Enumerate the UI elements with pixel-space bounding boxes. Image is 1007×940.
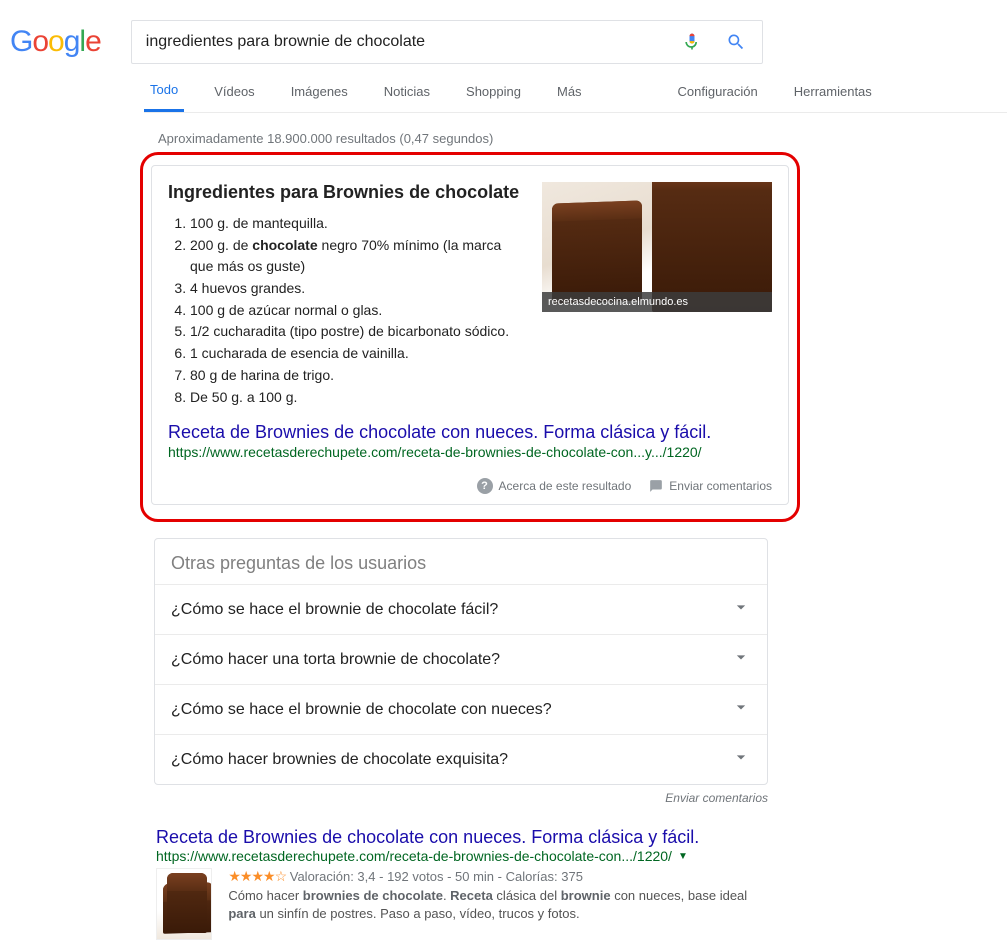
featured-list: 100 g. de mantequilla.200 g. de chocolat… <box>190 213 526 408</box>
google-logo[interactable]: Google <box>10 25 101 59</box>
snippet-text: un sinfín de postres. Paso a paso, vídeo… <box>256 906 580 921</box>
tab-noticias[interactable]: Noticias <box>378 84 436 111</box>
chevron-down-icon <box>731 597 751 622</box>
send-feedback-button[interactable]: Enviar comentarios <box>649 479 772 493</box>
chevron-down-icon <box>731 697 751 722</box>
search-box[interactable] <box>131 20 763 64</box>
recipe-calories: Calorías: 375 <box>506 869 583 884</box>
featured-image-source: recetasdecocina.elmundo.es <box>542 292 772 312</box>
search-icon[interactable] <box>724 30 748 54</box>
search-input[interactable] <box>146 33 660 51</box>
featured-url[interactable]: https://www.recetasderechupete.com/recet… <box>168 444 772 460</box>
tab-mas[interactable]: Más <box>551 84 588 111</box>
people-also-ask: Otras preguntas de los usuarios ¿Cómo se… <box>154 538 768 785</box>
paa-question: ¿Cómo se hace el brownie de chocolate co… <box>171 701 552 719</box>
result-title-link[interactable]: Receta de Brownies de chocolate con nuec… <box>156 827 699 847</box>
result-snippet: Cómo hacer brownies de chocolate. Receta… <box>228 887 768 923</box>
bold-term: chocolate <box>252 237 317 253</box>
tab-herramientas[interactable]: Herramientas <box>788 84 878 111</box>
paa-title: Otras preguntas de los usuarios <box>155 539 767 584</box>
result-stats: Aproximadamente 18.900.000 resultados (0… <box>158 131 1007 146</box>
bold-term: Receta <box>450 888 493 903</box>
paa-question: ¿Cómo hacer una torta brownie de chocola… <box>171 651 500 669</box>
snippet-text: clásica del <box>493 888 561 903</box>
send-feedback-label: Enviar comentarios <box>669 479 772 493</box>
featured-list-item: De 50 g. a 100 g. <box>190 387 526 409</box>
featured-list-item: 100 g de azúcar normal o glas. <box>190 300 526 322</box>
rating-votes: 192 votos <box>387 869 443 884</box>
search-result: Receta de Brownies de chocolate con nuec… <box>156 827 768 940</box>
paa-question: ¿Cómo hacer brownies de chocolate exquis… <box>171 751 508 769</box>
tab-shopping[interactable]: Shopping <box>460 84 527 111</box>
paa-item[interactable]: ¿Cómo hacer brownies de chocolate exquis… <box>155 734 767 784</box>
recipe-time: 50 min <box>455 869 494 884</box>
rating-stars-icon: ★★★★☆ <box>228 868 286 884</box>
about-result-label: Acerca de este resultado <box>499 479 632 493</box>
bold-term: brownies de chocolate <box>303 888 443 903</box>
paa-item[interactable]: ¿Cómo hacer una torta brownie de chocola… <box>155 634 767 684</box>
featured-link[interactable]: Receta de Brownies de chocolate con nuec… <box>168 422 772 443</box>
bold-term: brownie <box>561 888 611 903</box>
featured-list-item: 100 g. de mantequilla. <box>190 213 526 235</box>
snippet-text: con nueces, base ideal <box>611 888 748 903</box>
chevron-down-icon <box>731 647 751 672</box>
mic-icon[interactable] <box>680 30 704 54</box>
featured-list-item: 4 huevos grandes. <box>190 278 526 300</box>
featured-image[interactable]: recetasdecocina.elmundo.es <box>542 182 772 408</box>
snippet-text: . <box>443 888 450 903</box>
url-dropdown-icon[interactable]: ▼ <box>678 851 688 862</box>
tab-todo[interactable]: Todo <box>144 82 184 112</box>
result-url[interactable]: https://www.recetasderechupete.com/recet… <box>156 848 672 864</box>
paa-item[interactable]: ¿Cómo se hace el brownie de chocolate co… <box>155 684 767 734</box>
featured-list-item: 1 cucharada de esencia de vainilla. <box>190 343 526 365</box>
chevron-down-icon <box>731 747 751 772</box>
featured-list-item: 1/2 cucharadita (tipo postre) de bicarbo… <box>190 321 526 343</box>
paa-item[interactable]: ¿Cómo se hace el brownie de chocolate fá… <box>155 584 767 634</box>
snippet-text: Cómo hacer <box>228 888 302 903</box>
result-thumbnail[interactable] <box>156 868 212 940</box>
tabs-bar: Todo Vídeos Imágenes Noticias Shopping M… <box>144 82 1007 113</box>
featured-snippet-highlight: Ingredientes para Brownies de chocolate … <box>140 152 800 522</box>
paa-send-feedback[interactable]: Enviar comentarios <box>154 791 768 805</box>
question-icon: ? <box>477 478 493 494</box>
tab-videos[interactable]: Vídeos <box>208 84 260 111</box>
paa-question: ¿Cómo se hace el brownie de chocolate fá… <box>171 601 498 619</box>
bold-term: para <box>228 906 255 921</box>
tab-configuracion[interactable]: Configuración <box>672 84 764 111</box>
tab-imagenes[interactable]: Imágenes <box>285 84 354 111</box>
featured-list-item: 200 g. de chocolate negro 70% mínimo (la… <box>190 235 526 278</box>
about-result-button[interactable]: ? Acerca de este resultado <box>477 478 632 494</box>
featured-title: Ingredientes para Brownies de chocolate <box>168 182 526 203</box>
result-meta: ★★★★☆ Valoración: 3,4 - 192 votos - 50 m… <box>228 868 768 885</box>
featured-list-item: 80 g de harina de trigo. <box>190 365 526 387</box>
feedback-icon <box>649 479 663 493</box>
featured-snippet: Ingredientes para Brownies de chocolate … <box>151 165 789 505</box>
rating-value: Valoración: 3,4 <box>290 869 376 884</box>
